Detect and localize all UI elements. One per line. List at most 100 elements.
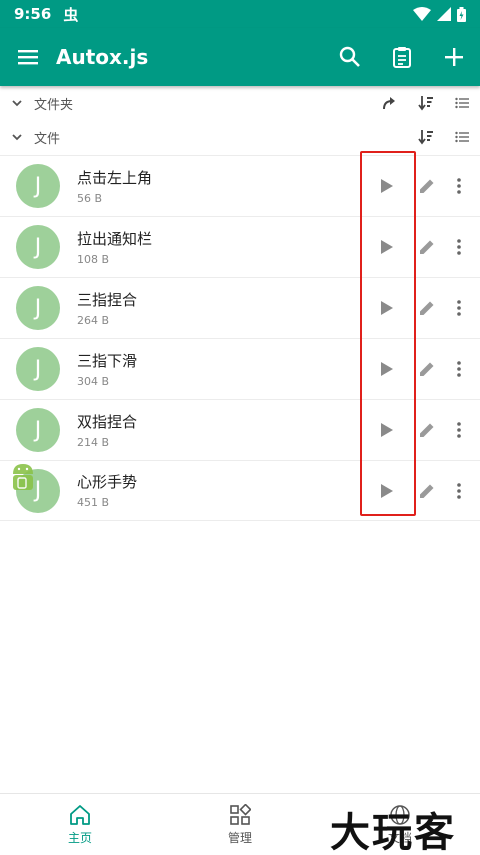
nav-manage-label: 管理 bbox=[227, 830, 252, 845]
more-options-button[interactable] bbox=[444, 278, 474, 339]
arrow-up-turn-icon bbox=[383, 97, 395, 110]
more-options-button[interactable] bbox=[444, 460, 474, 521]
more-vert-icon bbox=[457, 482, 461, 499]
play-icon bbox=[381, 240, 393, 254]
file-size: 451 B bbox=[77, 496, 110, 509]
file-name: 双指捏合 bbox=[77, 412, 138, 431]
edit-button[interactable] bbox=[410, 460, 444, 521]
file-avatar: J bbox=[16, 286, 60, 330]
nav-home-label: 主页 bbox=[67, 830, 92, 845]
clipboard-icon bbox=[393, 47, 411, 68]
file-size: 304 B bbox=[77, 374, 110, 388]
play-icon bbox=[381, 301, 393, 315]
hamburger-menu-icon bbox=[18, 50, 38, 65]
log-button[interactable] bbox=[376, 28, 428, 86]
pencil-icon bbox=[420, 362, 434, 376]
app-title: Autox.js bbox=[56, 45, 149, 69]
watermark-text: 大玩客 bbox=[330, 809, 456, 855]
file-size: 108 B bbox=[77, 252, 110, 266]
search-icon bbox=[339, 46, 360, 67]
folder-section-header[interactable]: 文件夹 bbox=[0, 86, 480, 120]
status-app-glyph: 虫 bbox=[63, 5, 79, 24]
sort-icon bbox=[418, 96, 433, 111]
cellular-icon bbox=[437, 7, 451, 21]
more-vert-icon bbox=[457, 300, 461, 316]
run-button[interactable] bbox=[368, 156, 406, 217]
run-button[interactable] bbox=[368, 400, 406, 461]
run-button[interactable] bbox=[368, 339, 406, 400]
home-icon bbox=[70, 804, 90, 825]
file-name: 点击左上角 bbox=[77, 168, 153, 187]
file-view-button[interactable] bbox=[444, 131, 480, 143]
play-icon bbox=[381, 362, 393, 376]
file-name: 三指下滑 bbox=[77, 351, 138, 370]
file-row[interactable]: J 三指捏合 264 B bbox=[0, 277, 480, 338]
more-options-button[interactable] bbox=[444, 156, 474, 217]
folder-sort-button[interactable] bbox=[408, 95, 444, 111]
play-icon bbox=[381, 423, 393, 437]
plus-icon bbox=[445, 48, 463, 66]
folder-view-button[interactable] bbox=[444, 97, 480, 109]
edit-button[interactable] bbox=[410, 278, 444, 339]
add-button[interactable] bbox=[428, 28, 480, 86]
more-vert-icon bbox=[457, 422, 461, 438]
menu-button[interactable] bbox=[0, 28, 56, 86]
file-name: 拉出通知栏 bbox=[77, 229, 153, 248]
pencil-icon bbox=[420, 484, 434, 498]
pencil-icon bbox=[420, 240, 434, 254]
play-icon bbox=[381, 483, 393, 498]
more-vert-icon bbox=[457, 178, 461, 194]
android-overlay-icon[interactable] bbox=[9, 462, 37, 492]
status-time: 9:56 bbox=[14, 5, 52, 23]
folder-section-label: 文件夹 bbox=[34, 97, 74, 113]
pencil-icon bbox=[420, 301, 434, 315]
more-options-button[interactable] bbox=[444, 400, 474, 461]
edit-button[interactable] bbox=[410, 156, 444, 217]
more-vert-icon bbox=[457, 239, 461, 255]
file-name: 三指捏合 bbox=[77, 290, 138, 309]
file-avatar: J bbox=[16, 164, 60, 208]
sort-icon bbox=[418, 130, 433, 145]
list-icon bbox=[455, 97, 469, 109]
battery-icon bbox=[457, 6, 466, 22]
go-up-button[interactable] bbox=[372, 95, 408, 111]
grid-icon bbox=[230, 803, 251, 825]
app-bar: Autox.js bbox=[0, 28, 480, 86]
file-row[interactable]: J 双指捏合 214 B bbox=[0, 399, 480, 460]
file-size: 264 B bbox=[77, 313, 110, 327]
pencil-icon bbox=[420, 179, 434, 193]
more-vert-icon bbox=[457, 361, 461, 377]
file-avatar: J bbox=[16, 408, 60, 452]
run-button[interactable] bbox=[368, 460, 406, 521]
chevron-down-icon bbox=[12, 134, 22, 141]
status-bar: 9:56 虫 bbox=[0, 0, 480, 28]
search-button[interactable] bbox=[324, 28, 376, 86]
run-button[interactable] bbox=[368, 278, 406, 339]
wifi-icon bbox=[413, 7, 431, 21]
edit-button[interactable] bbox=[410, 400, 444, 461]
more-options-button[interactable] bbox=[444, 339, 474, 400]
file-avatar: J bbox=[16, 347, 60, 391]
nav-home[interactable]: 主页 bbox=[0, 794, 160, 855]
file-avatar: J bbox=[16, 225, 60, 269]
edit-button[interactable] bbox=[410, 217, 444, 278]
file-size: 214 B bbox=[77, 435, 110, 449]
file-row[interactable]: J 三指下滑 304 B bbox=[0, 338, 480, 399]
list-icon bbox=[455, 131, 469, 143]
play-icon bbox=[381, 179, 393, 193]
file-sort-button[interactable] bbox=[408, 129, 444, 145]
file-row[interactable]: J 心形手势 451 B bbox=[0, 460, 480, 521]
file-section-label: 文件 bbox=[34, 131, 61, 147]
file-row[interactable]: J 拉出通知栏 108 B bbox=[0, 216, 480, 277]
file-list: J 点击左上角 56 B J 拉出通知栏 108 B J 三指捏合 264 B … bbox=[0, 155, 480, 521]
edit-button[interactable] bbox=[410, 339, 444, 400]
file-name: 心形手势 bbox=[77, 473, 138, 491]
file-section-header[interactable]: 文件 bbox=[0, 120, 480, 154]
file-size: 56 B bbox=[77, 191, 103, 205]
pencil-icon bbox=[420, 423, 434, 437]
chevron-down-icon bbox=[12, 100, 22, 107]
nav-manage[interactable]: 管理 bbox=[160, 794, 320, 855]
more-options-button[interactable] bbox=[444, 217, 474, 278]
file-row[interactable]: J 点击左上角 56 B bbox=[0, 155, 480, 216]
run-button[interactable] bbox=[368, 217, 406, 278]
